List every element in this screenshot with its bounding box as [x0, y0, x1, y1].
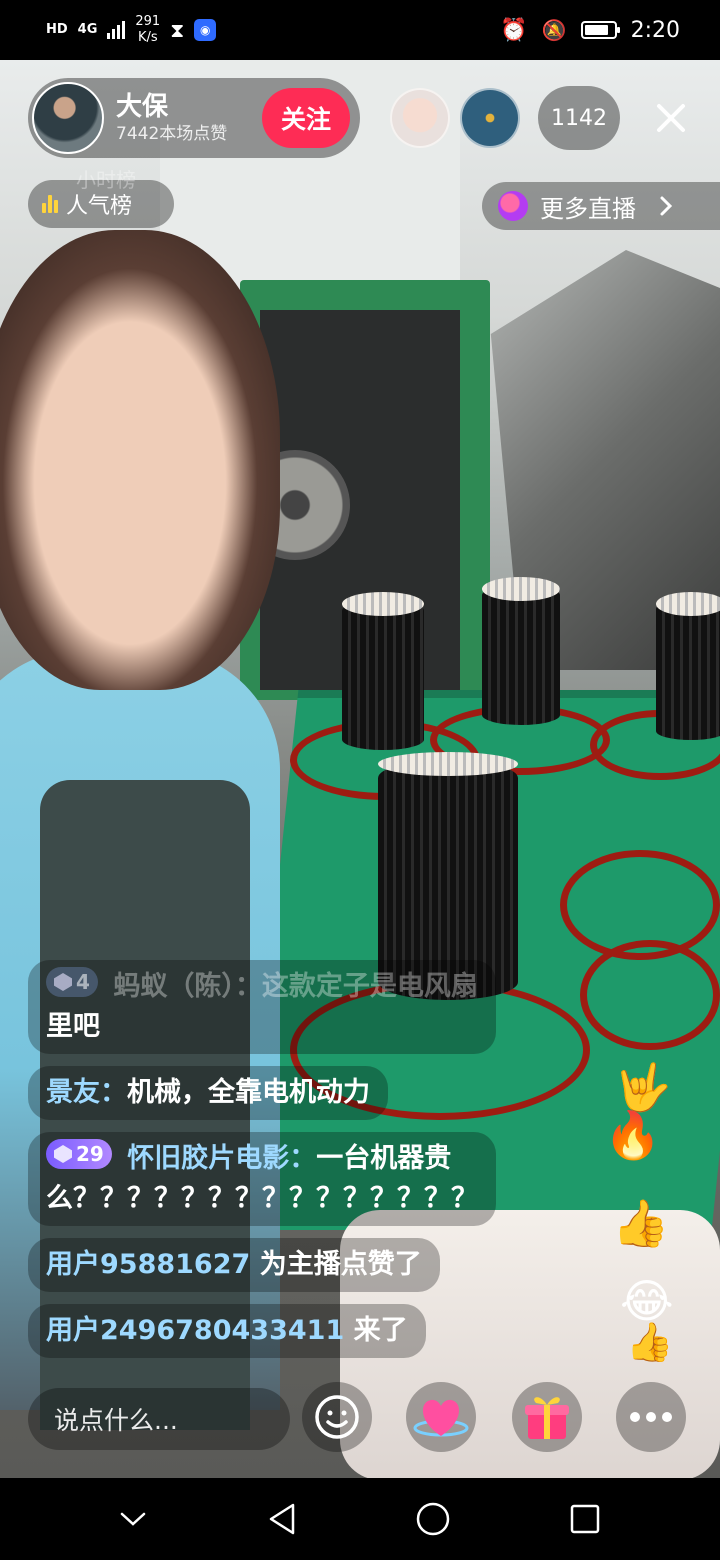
video-stator: [482, 577, 560, 725]
comment-text: 为主播点赞了: [259, 1249, 422, 1280]
comment-author: 用户95881627: [46, 1249, 251, 1280]
comment-text: 么？？？？？？？？？？？？？？？: [46, 1183, 478, 1214]
more-dots-icon: [630, 1412, 672, 1422]
gift-icon: [525, 1397, 569, 1439]
triangle-back-icon[interactable]: [265, 1501, 299, 1537]
comment-item[interactable]: 用户95881627 为主播点赞了: [28, 1238, 440, 1292]
comment-text: 来了: [353, 1315, 408, 1346]
more-live-label: 更多直播: [540, 194, 636, 223]
video-stator: [342, 592, 424, 750]
comment-author: 用户2496780433411: [46, 1315, 345, 1346]
comment-input[interactable]: 说点什么...: [28, 1388, 290, 1450]
host-avatar[interactable]: [32, 82, 104, 154]
emoji-icon: [315, 1395, 359, 1439]
video-stator: [656, 592, 720, 740]
planet-icon: [498, 191, 528, 221]
floating-like-icon: 🔥: [604, 1108, 662, 1162]
clock-time: 2:20: [630, 17, 680, 43]
signal-icon: [107, 21, 126, 39]
follow-button[interactable]: 关注: [262, 88, 350, 148]
more-button[interactable]: [616, 1382, 686, 1452]
network-type-indicator: HD: [46, 22, 68, 37]
heart-icon: [413, 1399, 469, 1437]
more-live-button[interactable]: 更多直播: [482, 182, 720, 230]
floating-like-icon: 👍: [626, 1320, 674, 1364]
gift-button[interactable]: [512, 1382, 582, 1452]
comment-text: 里吧: [46, 1011, 100, 1042]
mute-bell-icon: 🔕: [541, 18, 567, 42]
viewer-count[interactable]: 1142: [538, 86, 620, 150]
comment-item[interactable]: 景友：机械，全靠电机动力: [28, 1066, 388, 1120]
comment-text: 这款定子是电风扇: [261, 971, 478, 1002]
hourglass-icon: ⧗: [170, 18, 185, 42]
comment-item[interactable]: 29 怀旧胶片电影：一台机器贵 么？？？？？？？？？？？？？？？: [28, 1132, 496, 1226]
chevron-down-icon[interactable]: [118, 1509, 148, 1529]
floating-like-icon: 👍: [612, 1196, 670, 1250]
system-nav-bar: [0, 1478, 720, 1560]
square-recent-icon[interactable]: [568, 1502, 602, 1536]
floating-like-icon: 🤟: [614, 1060, 672, 1114]
close-icon[interactable]: [646, 92, 696, 144]
gem-icon: [54, 1145, 72, 1163]
comment-item[interactable]: 用户2496780433411 来了: [28, 1304, 426, 1358]
comment-item[interactable]: 4 蚂蚁（陈）：这款定子是电风扇 里吧: [28, 960, 496, 1054]
viewer-avatar[interactable]: [390, 88, 450, 148]
fan-badge: 4: [46, 967, 98, 997]
comment-text: 机械，全靠电机动力: [127, 1077, 370, 1108]
video-person-head: [0, 230, 280, 690]
comment-author: 蚂蚁（陈）：: [113, 971, 262, 1002]
battery-icon: [580, 21, 620, 39]
comment-text: 一台机器贵: [316, 1143, 452, 1174]
circle-home-icon[interactable]: [415, 1501, 451, 1537]
fan-badge: 29: [46, 1139, 112, 1169]
comment-list[interactable]: 4 蚂蚁（陈）：这款定子是电风扇 里吧 景友：机械，全靠电机动力 29 怀旧胶片…: [28, 960, 588, 1370]
network-speed: 291 K/s: [135, 14, 161, 45]
like-heart-button[interactable]: [406, 1382, 476, 1452]
bar-chart-icon: [42, 195, 58, 213]
comment-author: 怀旧胶片电影：: [127, 1143, 317, 1174]
gem-icon: [54, 973, 72, 991]
comment-author: 景友：: [46, 1077, 127, 1108]
host-like-count: 7442本场点赞: [116, 124, 228, 144]
shield-icon: ◉: [194, 19, 217, 41]
signal-label: 4G: [77, 22, 98, 37]
chevron-right-icon: [660, 196, 673, 216]
video-copper-coil: [580, 940, 720, 1050]
viewer-avatar[interactable]: [460, 88, 520, 148]
host-name: 大保: [116, 92, 169, 122]
emoji-button[interactable]: [302, 1382, 372, 1452]
rank-faded-label: 小时榜: [76, 168, 136, 192]
alarm-icon: ⏰: [500, 17, 528, 43]
status-bar: HD 4G 291 K/s ⧗ ◉ ⏰ 🔕 2:20: [0, 0, 720, 60]
